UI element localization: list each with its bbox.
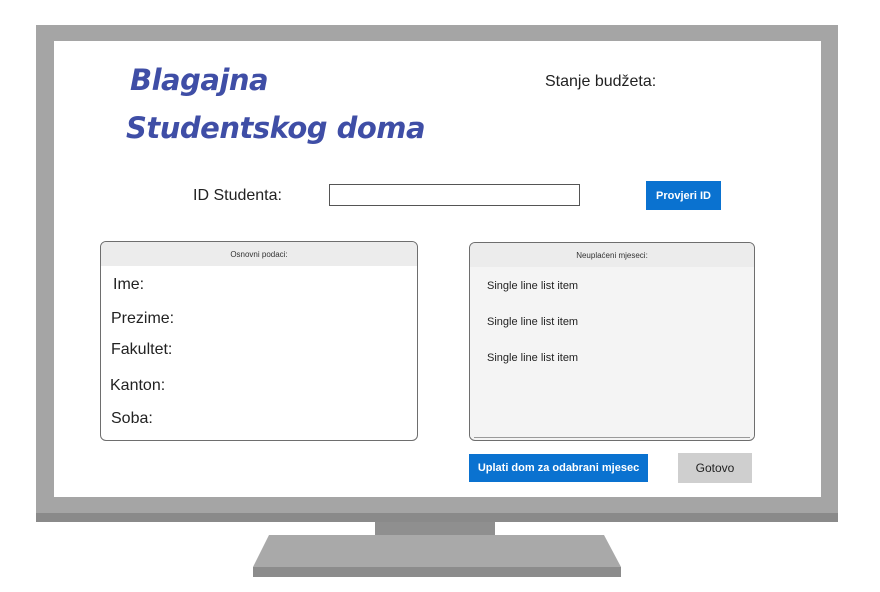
faculty-label: Fakultet: [111,341,173,358]
unpaid-months-header: Neuplaćeni mjeseci: [470,243,754,267]
student-id-label: ID Studenta: [193,187,282,204]
list-bottom-divider [474,437,750,438]
basic-info-panel: Osnovni podaci: Ime: Prezime: Fakultet: … [100,241,418,441]
unpaid-months-panel: Neuplaćeni mjeseci: Single line list ite… [469,242,755,441]
monitor-base [253,535,621,577]
surname-label: Prezime: [111,310,175,327]
budget-label: Stanje budžeta: [545,73,657,90]
app-screen: Blagajna Studentskog doma Stanje budžeta… [54,41,821,497]
list-item[interactable]: Single line list item [487,316,578,328]
monitor-bottom-bar [36,513,838,522]
unpaid-months-list[interactable]: Single line list item Single line list i… [470,267,754,437]
app-title-line-2: Studentskog doma [126,111,426,145]
name-label: Ime: [113,276,145,293]
done-button[interactable]: Gotovo [678,453,752,483]
basic-info-header: Osnovni podaci: [101,242,417,266]
room-label: Soba: [111,410,153,427]
student-id-input[interactable] [329,184,580,206]
check-id-button[interactable]: Provjeri ID [646,181,721,210]
list-item[interactable]: Single line list item [487,280,578,292]
list-item[interactable]: Single line list item [487,352,578,364]
pay-month-button[interactable]: Uplati dom za odabrani mjesec [469,454,648,482]
app-title-line-1: Blagajna [130,63,269,97]
canton-label: Kanton: [110,377,166,394]
